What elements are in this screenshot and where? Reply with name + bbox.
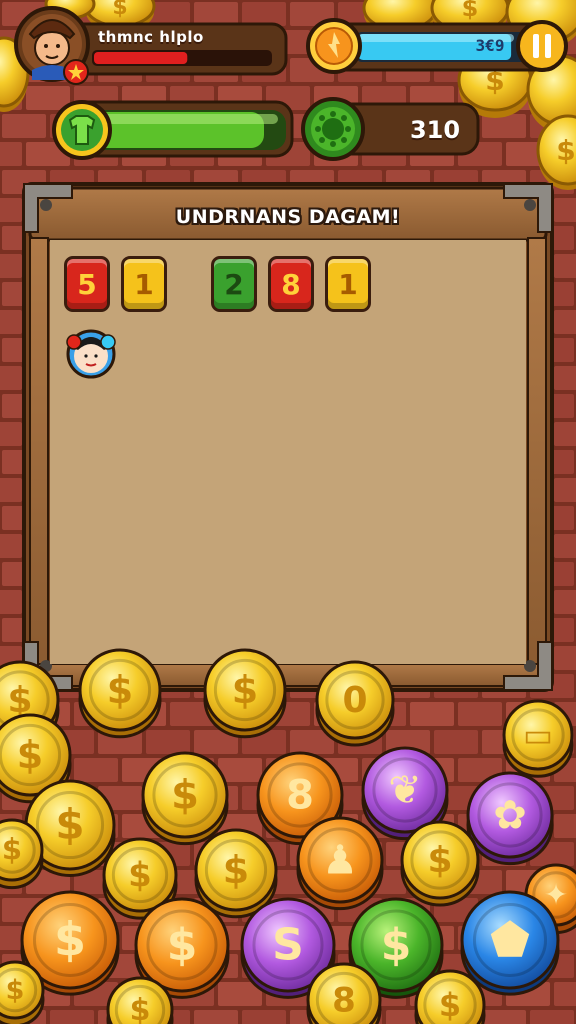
green-shirt-icon[interactable] <box>52 100 112 160</box>
pile-coin: $ <box>78 648 162 739</box>
pile-coin: $ <box>194 828 278 919</box>
player-name: thmnc hlplo <box>98 28 204 46</box>
pile-coin: ▭ <box>502 699 574 778</box>
number-tile[interactable]: 1 <box>121 256 167 312</box>
svg-text:⬟: ⬟ <box>490 912 530 966</box>
svg-text:$: $ <box>128 856 152 896</box>
pause-button[interactable] <box>516 20 568 72</box>
svg-text:♟: ♟ <box>322 837 358 883</box>
svg-text:8: 8 <box>332 981 356 1021</box>
svg-text:$: $ <box>55 800 84 849</box>
svg-text:$: $ <box>427 840 452 881</box>
number-tile[interactable]: 8 <box>268 256 314 312</box>
svg-text:❦: ❦ <box>388 767 422 813</box>
svg-text:$: $ <box>232 668 258 712</box>
svg-text:$: $ <box>6 975 25 1006</box>
green-gem-icon[interactable] <box>301 97 365 161</box>
pile-coin: ✿ <box>466 771 554 866</box>
coin-badge-icon <box>306 18 362 74</box>
pile-coin: $ <box>203 648 287 739</box>
svg-text:$: $ <box>171 772 199 818</box>
svg-text:$: $ <box>2 833 22 867</box>
svg-text:✦: ✦ <box>544 878 568 912</box>
pile-coin: 0 <box>315 660 395 747</box>
svg-text:$: $ <box>462 0 479 22</box>
gem-count: 310 <box>409 116 461 144</box>
svg-text:$: $ <box>223 848 249 892</box>
svg-text:$: $ <box>381 920 412 971</box>
svg-text:$: $ <box>112 0 127 20</box>
badge-star-icon <box>63 59 89 85</box>
pause-icon <box>533 34 539 58</box>
pile-coin: $ <box>0 960 45 1024</box>
svg-text:$: $ <box>54 912 86 966</box>
health-bar-fill <box>94 52 188 64</box>
svg-text:$: $ <box>167 920 198 971</box>
svg-text:0: 0 <box>342 680 367 721</box>
coin-count: 3€9 <box>475 36 505 55</box>
pile-coin: $ <box>141 751 229 846</box>
svg-text:$: $ <box>439 986 461 1024</box>
svg-text:$: $ <box>107 668 133 712</box>
svg-text:S: S <box>272 920 304 971</box>
pile-coin: $ <box>0 818 44 890</box>
svg-text:8: 8 <box>286 772 314 818</box>
pile-coin: 8 <box>306 962 382 1024</box>
character-token[interactable] <box>66 329 116 379</box>
svg-text:$: $ <box>130 993 151 1024</box>
svg-text:$: $ <box>17 733 43 777</box>
number-tile[interactable]: 5 <box>64 256 110 312</box>
pile-coin: ⬟ <box>460 890 560 996</box>
svg-text:✿: ✿ <box>493 792 527 838</box>
svg-text:$: $ <box>556 134 575 167</box>
number-tile[interactable]: 2 <box>211 256 257 312</box>
pile-coin: $ <box>414 969 486 1024</box>
number-tile[interactable]: 1 <box>325 256 371 312</box>
pile-coin: ♟ <box>296 816 384 911</box>
pile-coin: $ <box>400 820 480 907</box>
board-title: UNDRNANS DAGAM! <box>175 206 401 228</box>
svg-text:▭: ▭ <box>523 716 553 754</box>
